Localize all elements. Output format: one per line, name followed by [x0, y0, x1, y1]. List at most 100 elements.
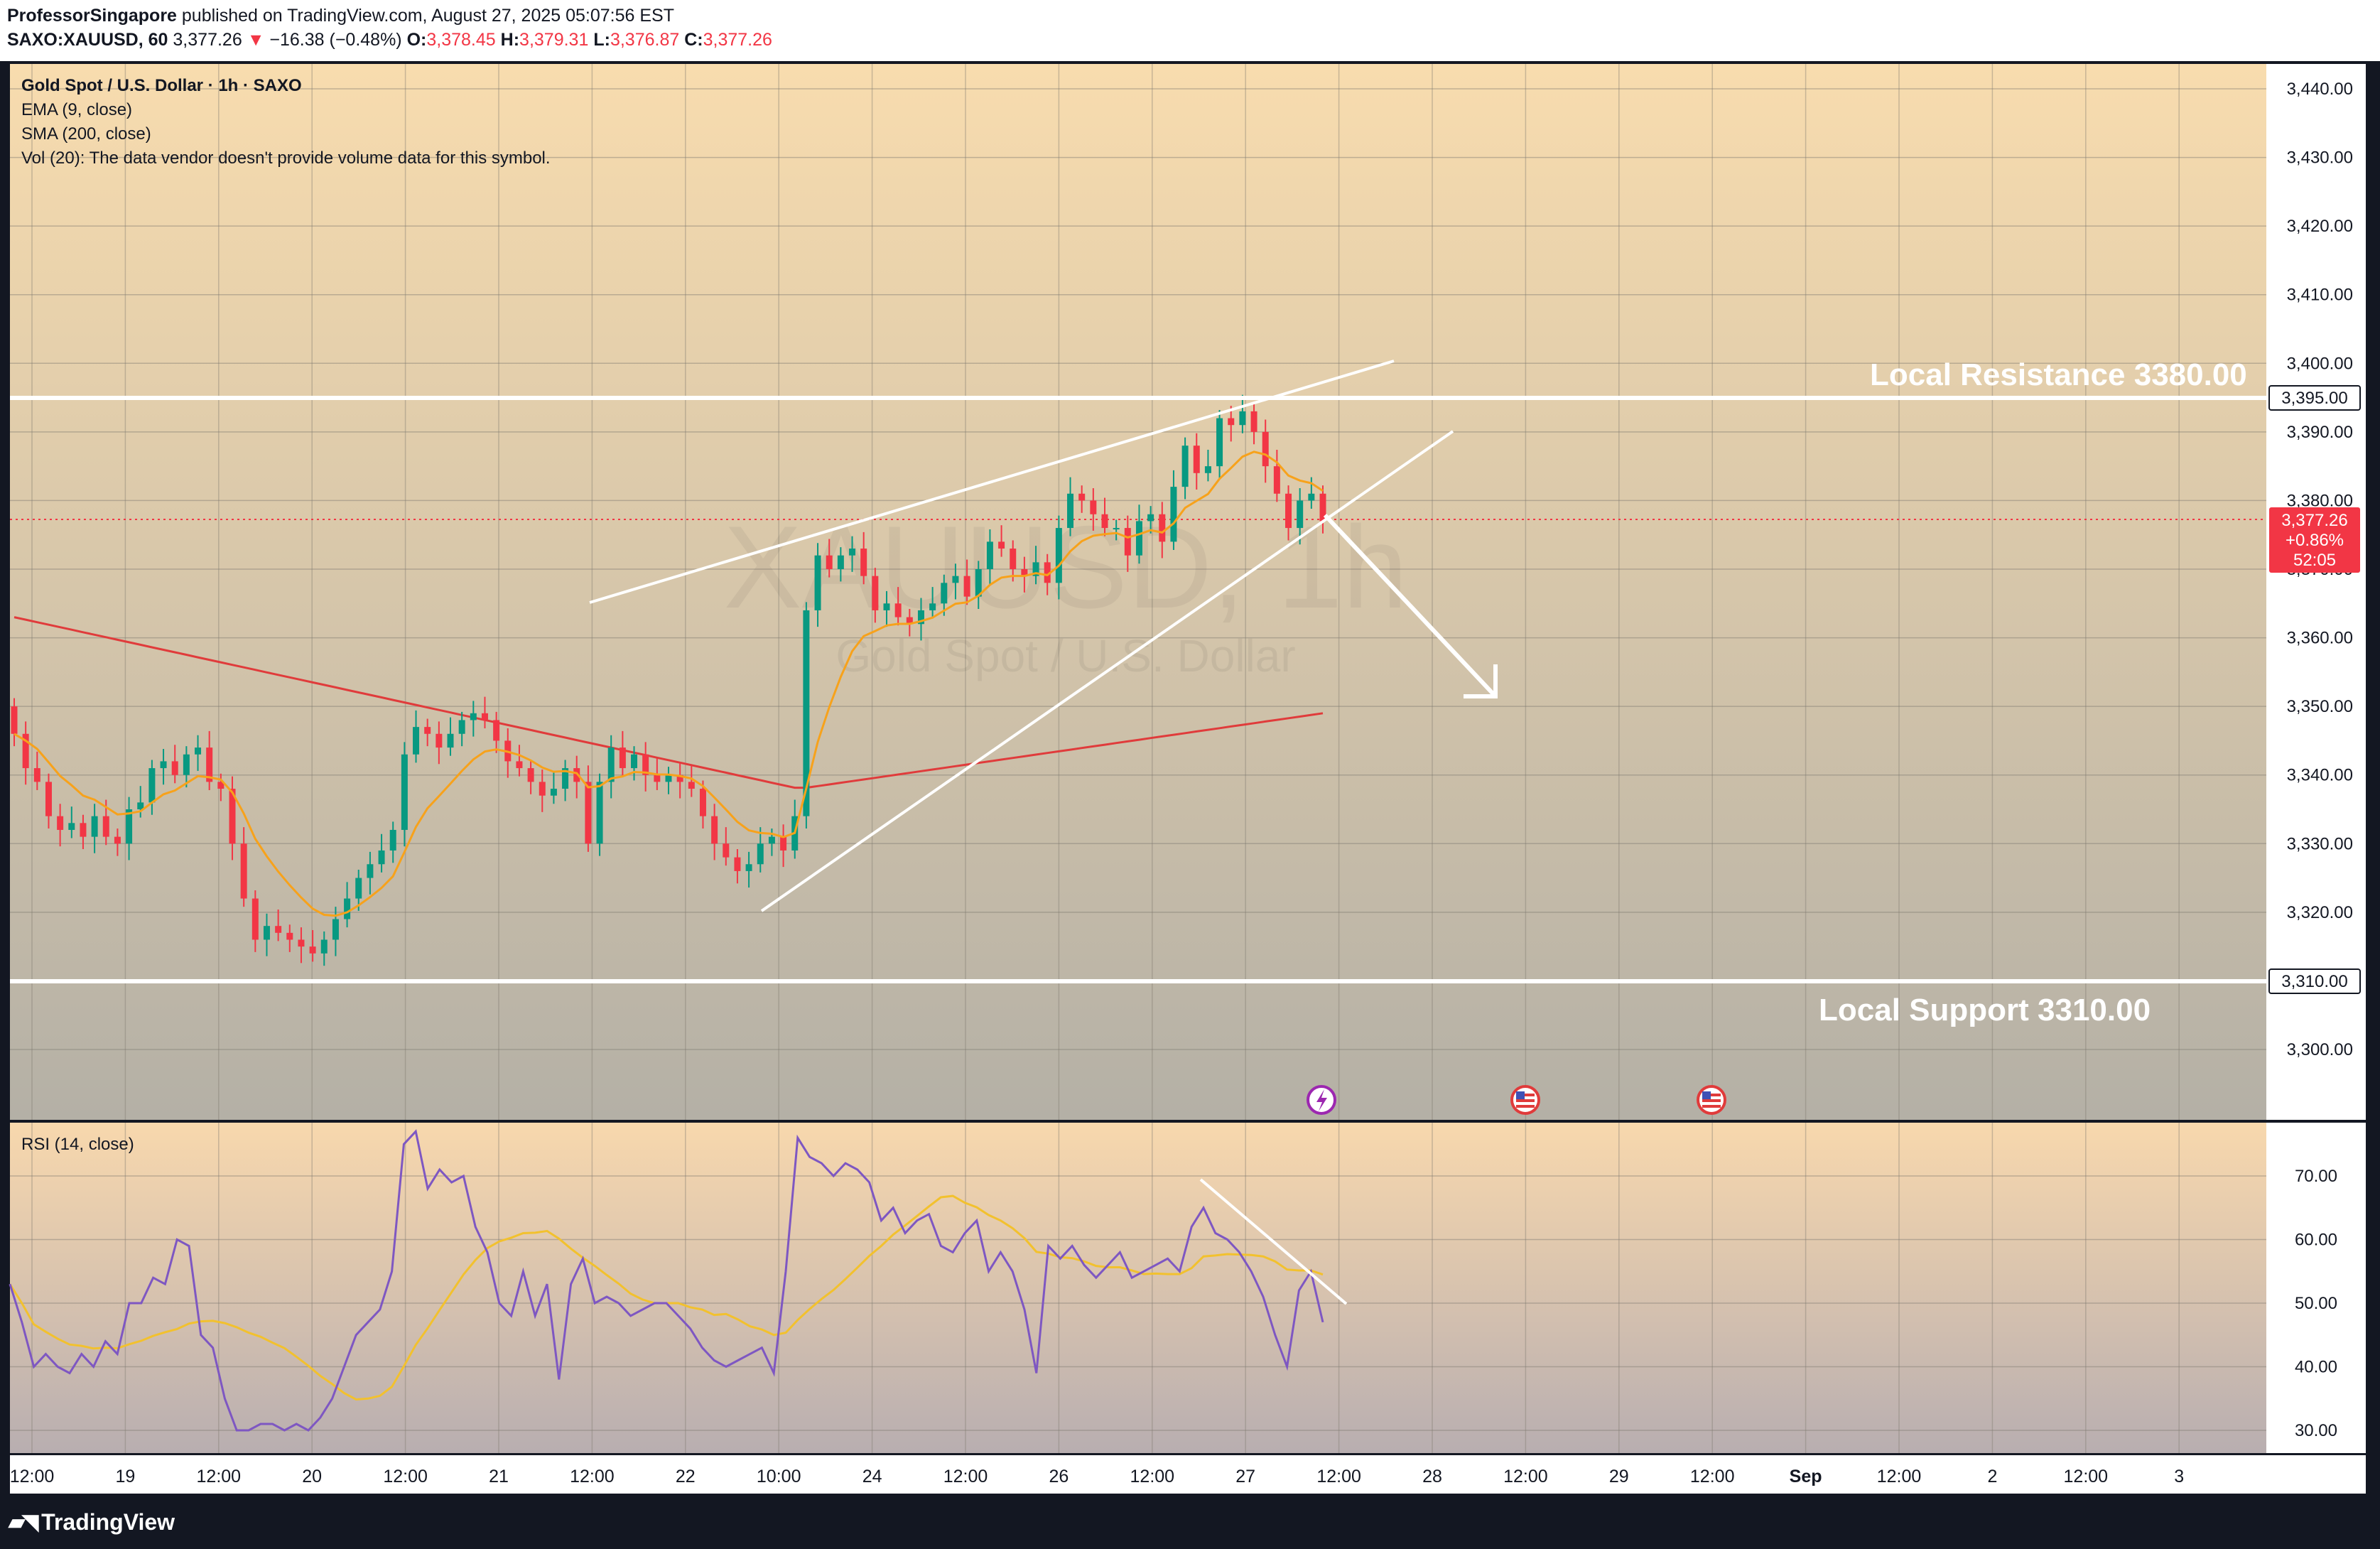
candle-body: [1297, 500, 1304, 529]
support-tag-text: 3,310.00: [2281, 972, 2347, 991]
candle-body: [723, 843, 730, 858]
legend-ema[interactable]: EMA (9, close): [21, 100, 132, 119]
price-tick-label: 3,390.00: [2287, 423, 2353, 442]
price-tick-label: 3,420.00: [2287, 217, 2353, 236]
rsi-tick-label: 40.00: [2295, 1358, 2337, 1377]
candle-body: [699, 789, 706, 816]
us-flag-icon[interactable]: [1697, 1085, 1726, 1115]
time-tick-label: 22: [676, 1467, 696, 1486]
time-tick-label: 29: [1609, 1467, 1629, 1486]
price-tick-label: 3,350.00: [2287, 697, 2353, 716]
candle-body: [1308, 493, 1315, 501]
rsi-tick-label: 60.00: [2295, 1231, 2337, 1250]
candle-body: [1239, 411, 1246, 426]
current-price-text: 3,377.26: [2281, 511, 2347, 530]
support-label[interactable]: Local Support 3310.00: [1819, 993, 2151, 1027]
rsi-title[interactable]: RSI (14, close): [21, 1135, 134, 1154]
candle-body: [768, 836, 775, 844]
price-tick-label: 3,320.00: [2287, 903, 2353, 922]
candle-body: [1159, 514, 1166, 542]
candle-body: [436, 733, 443, 748]
candle-body: [33, 768, 40, 782]
candle-body: [619, 747, 626, 769]
chart-canvas[interactable]: XAUUSD, 1h Gold Spot / U.S. Dollar Gold …: [0, 0, 2380, 1549]
resistance-tag-text: 3,395.00: [2281, 389, 2347, 408]
candle-body: [45, 782, 52, 816]
candle-body: [251, 898, 259, 940]
time-axis[interactable]: [10, 1455, 2366, 1494]
candle-body: [286, 932, 293, 940]
price-tick-label: 3,330.00: [2287, 834, 2353, 853]
time-tick-label: 12:00: [1877, 1467, 1922, 1486]
candle-body: [1285, 493, 1292, 529]
candle-body: [378, 850, 385, 865]
candle-body: [1170, 487, 1177, 542]
legend-volume[interactable]: Vol (20): The data vendor doesn't provid…: [21, 149, 551, 168]
candle-body: [585, 782, 592, 844]
candle-body: [102, 816, 109, 837]
candle-body: [424, 727, 431, 734]
candle-body: [952, 576, 959, 583]
tradingview-logo-icon: ▰◥: [9, 1510, 38, 1534]
rsi-pane[interactable]: [10, 1123, 2366, 1453]
price-tick-label: 3,360.00: [2287, 629, 2353, 648]
candle-body: [941, 583, 948, 604]
candle-body: [1262, 431, 1269, 467]
candle-body: [894, 603, 902, 617]
candle-body: [355, 878, 362, 899]
candle-body: [68, 823, 75, 830]
resistance-label[interactable]: Local Resistance 3380.00: [1870, 357, 2247, 392]
time-tick-label: 12:00: [1130, 1467, 1175, 1486]
candle-body: [631, 754, 638, 769]
time-tick-label: 12:00: [1690, 1467, 1735, 1486]
candle-body: [1147, 514, 1154, 522]
price-tick-label: 3,440.00: [2287, 80, 2353, 99]
candle-body: [1055, 528, 1062, 583]
time-tick-label: 12:00: [2064, 1467, 2109, 1486]
candle-body: [872, 576, 879, 610]
candle-body: [57, 816, 64, 830]
candle-body: [1101, 514, 1108, 529]
time-tick-label: 12:00: [10, 1467, 55, 1486]
price-tick-label: 3,340.00: [2287, 766, 2353, 785]
legend-title[interactable]: Gold Spot / U.S. Dollar · 1h · SAXO: [21, 76, 302, 95]
time-tick-label: 12:00: [1316, 1467, 1361, 1486]
candle-body: [195, 747, 202, 755]
tradingview-logo[interactable]: ▰◥ TradingView: [9, 1506, 175, 1538]
candle-body: [171, 761, 178, 775]
candle-body: [1090, 500, 1097, 514]
candle-body: [849, 549, 856, 556]
candle-body: [320, 939, 328, 954]
candle-body: [527, 768, 534, 782]
candle-body: [275, 926, 282, 933]
candle-body: [688, 782, 695, 789]
candle-body: [148, 768, 156, 803]
candle-body: [240, 843, 247, 899]
candle-body: [711, 816, 718, 844]
time-tick-label: 12:00: [1503, 1467, 1548, 1486]
candle-body: [596, 782, 603, 844]
candle-body: [114, 836, 121, 844]
price-tick-label: 3,400.00: [2287, 354, 2353, 373]
candle-body: [607, 747, 615, 782]
time-tick-label: 12:00: [570, 1467, 615, 1486]
time-tick-label: Sep: [1790, 1467, 1822, 1486]
rsi-tick-label: 70.00: [2295, 1167, 2337, 1186]
candle-body: [837, 555, 844, 569]
price-tick-label: 3,410.00: [2287, 286, 2353, 305]
candle-body: [963, 576, 970, 597]
candle-body: [516, 761, 523, 769]
candle-body: [929, 603, 936, 610]
brand-name: TradingView: [41, 1508, 175, 1535]
candle-body: [1010, 549, 1017, 569]
legend-sma[interactable]: SMA (200, close): [21, 124, 151, 144]
time-tick-label: 27: [1235, 1467, 1255, 1486]
candle-body: [401, 754, 408, 830]
candle-body: [998, 541, 1005, 549]
candle-body: [160, 761, 167, 769]
candle-body: [814, 555, 821, 610]
candle-body: [80, 823, 87, 837]
time-tick-label: 12:00: [943, 1467, 988, 1486]
us-flag-icon[interactable]: [1510, 1085, 1540, 1115]
lightning-event-icon[interactable]: [1307, 1085, 1336, 1115]
